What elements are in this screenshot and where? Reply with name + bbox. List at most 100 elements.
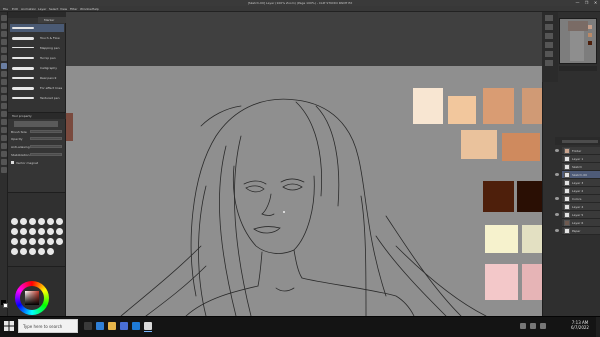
brush-item[interactable]: Real pencil [10, 74, 64, 82]
fill-tool-icon[interactable] [1, 111, 7, 117]
brush-size-preset[interactable] [56, 228, 63, 235]
gradient-tool-icon[interactable] [1, 119, 7, 125]
menu-filter[interactable]: Filter [70, 7, 77, 11]
clip-studio-icon[interactable] [144, 322, 152, 330]
layer-row[interactable]: Layer 6 [562, 219, 600, 227]
text-tool-icon[interactable] [1, 151, 7, 157]
anti-aliasing-selector[interactable] [30, 145, 62, 148]
brush-size-preset[interactable] [11, 218, 18, 225]
navigator-icon[interactable] [545, 15, 553, 21]
brush-size-preset[interactable] [38, 218, 45, 225]
saturation-value-square[interactable] [25, 291, 39, 305]
show-desktop-button[interactable] [596, 317, 600, 337]
brush-item[interactable] [10, 24, 64, 32]
brush-size-preset[interactable] [11, 238, 18, 245]
brush-size-preset[interactable] [38, 228, 45, 235]
brush-size-preset[interactable] [47, 218, 54, 225]
layer-row[interactable]: Layer 5 [562, 211, 600, 219]
eye-icon[interactable] [555, 229, 559, 232]
layer-row[interactable]: Folder [562, 147, 600, 155]
eye-icon[interactable] [555, 149, 559, 152]
brush-tool-icon[interactable] [1, 79, 7, 85]
menu-help[interactable]: Help [92, 7, 99, 11]
brush-size-slider[interactable] [30, 130, 62, 133]
navigator-controls[interactable] [559, 66, 597, 71]
brush-item[interactable]: Touch & Flow [10, 34, 64, 42]
brush-size-preset[interactable] [47, 248, 54, 255]
brush-size-preset[interactable] [20, 218, 27, 225]
windows-start-icon[interactable] [4, 321, 14, 332]
history-icon[interactable] [545, 42, 553, 48]
balloon-tool-icon[interactable] [1, 159, 7, 165]
brush-item[interactable]: For effect lines [10, 84, 64, 92]
menu-layer[interactable]: Layer [38, 7, 46, 11]
brush-item[interactable]: Textured pen [10, 94, 64, 102]
task-view-icon[interactable] [84, 322, 92, 330]
edge-icon[interactable] [96, 322, 104, 330]
brush-item[interactable]: Turnip pen [10, 54, 64, 62]
eye-icon[interactable] [555, 213, 559, 216]
frame-tool-icon[interactable] [1, 135, 7, 141]
hand-tool-icon[interactable] [1, 15, 7, 21]
folder-icon[interactable] [108, 322, 116, 330]
mail-icon[interactable] [132, 322, 140, 330]
menu-file[interactable]: File [3, 7, 8, 11]
layer-row[interactable]: Layer 1 [562, 155, 600, 163]
brush-size-preset[interactable] [47, 238, 54, 245]
material-icon[interactable] [545, 51, 553, 57]
brush-item[interactable]: Mapping pen [10, 44, 64, 52]
figure-tool-icon[interactable] [1, 127, 7, 133]
brush-item[interactable]: Calligraphy [10, 64, 64, 72]
layer-row[interactable]: Paper [562, 227, 600, 235]
eye-icon[interactable] [555, 173, 559, 176]
brush-size-preset[interactable] [56, 218, 63, 225]
move-layer-tool-icon[interactable] [1, 39, 7, 45]
brush-size-preset[interactable] [20, 228, 27, 235]
brush-size-preset[interactable] [11, 228, 18, 235]
stabilization-slider[interactable] [30, 153, 62, 156]
selection-tool-icon[interactable] [1, 47, 7, 53]
brush-size-preset[interactable] [29, 218, 36, 225]
blend-tool-icon[interactable] [1, 103, 7, 109]
menu-animation[interactable]: Animation [21, 7, 36, 11]
menu-view[interactable]: View [60, 7, 67, 11]
ruler-tool-icon[interactable] [1, 143, 7, 149]
pen-tool-icon[interactable] [1, 63, 7, 69]
brush-size-preset[interactable] [56, 238, 63, 245]
brush-size-preset[interactable] [29, 248, 36, 255]
layer-row-selected[interactable]: Sketch-00 [562, 171, 600, 179]
eye-icon[interactable] [555, 197, 559, 200]
eyedropper-tool-icon[interactable] [1, 55, 7, 61]
blend-mode-dropdown[interactable] [562, 140, 598, 143]
layer-row[interactable]: Colors [562, 195, 600, 203]
taskbar-clock[interactable]: 7:13 AM 6/7/2022 [565, 320, 595, 330]
menu-select[interactable]: Select [49, 7, 58, 11]
opacity-slider[interactable] [30, 137, 62, 140]
airbrush-tool-icon[interactable] [1, 87, 7, 93]
eraser-tool-icon[interactable] [1, 95, 7, 101]
network-icon[interactable] [520, 323, 526, 329]
operation-tool-icon[interactable] [1, 31, 7, 37]
layer-row[interactable]: Layer 3 [562, 179, 600, 187]
zoom-tool-icon[interactable] [1, 23, 7, 29]
layer-row[interactable]: Layer 4 [562, 203, 600, 211]
layer-property-icon[interactable] [545, 60, 553, 66]
navigator-thumbnail[interactable] [559, 18, 597, 64]
brush-size-preset[interactable] [47, 228, 54, 235]
volume-icon[interactable] [530, 323, 536, 329]
brush-size-preset[interactable] [38, 248, 45, 255]
info-icon[interactable] [545, 33, 553, 39]
sub-view-icon[interactable] [545, 24, 553, 30]
menu-edit[interactable]: Edit [12, 7, 18, 11]
brush-size-preset[interactable] [20, 248, 27, 255]
keyboard-icon[interactable] [540, 323, 546, 329]
pencil-tool-icon[interactable] [1, 71, 7, 77]
layer-row[interactable]: Sketch [562, 163, 600, 171]
brush-size-preset[interactable] [11, 248, 18, 255]
brush-size-preset[interactable] [38, 238, 45, 245]
menu-window[interactable]: Window [80, 7, 92, 11]
vector-magnet-checkbox[interactable] [11, 161, 14, 164]
store-icon[interactable] [120, 322, 128, 330]
brush-size-preset[interactable] [29, 238, 36, 245]
layer-row[interactable]: Layer 2 [562, 187, 600, 195]
